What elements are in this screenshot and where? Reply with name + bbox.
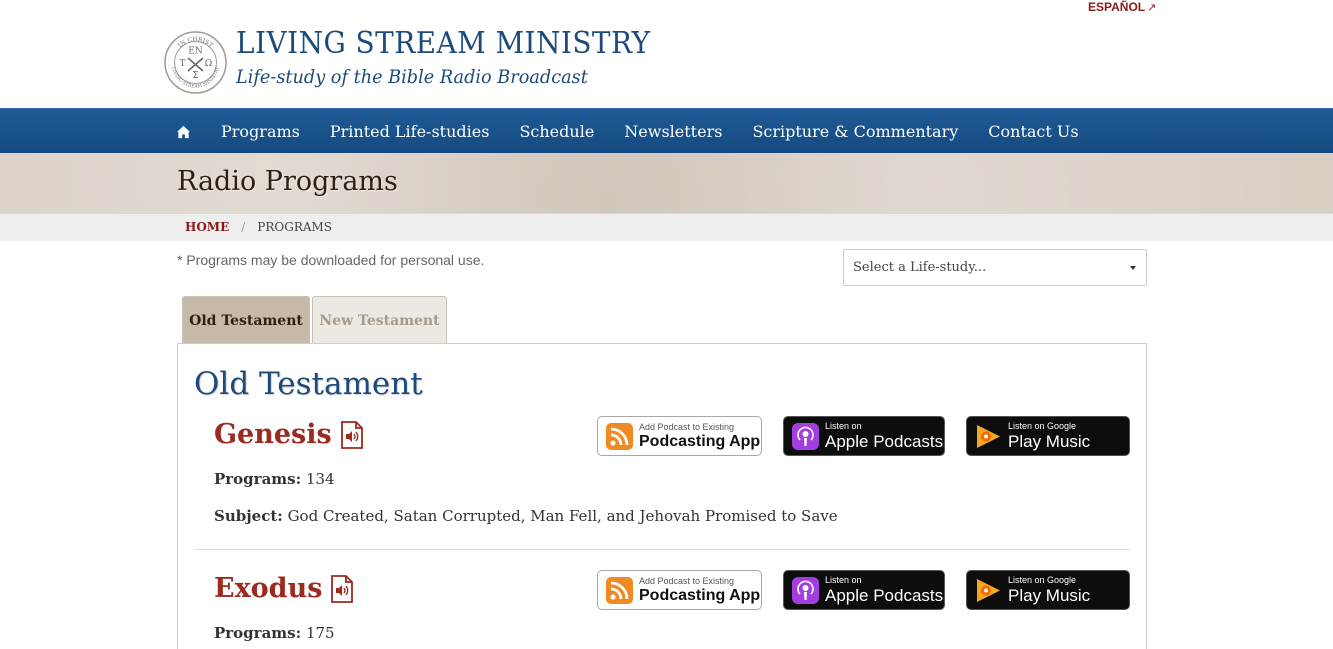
- programs-value: 175: [305, 624, 335, 642]
- svg-text:Σ: Σ: [192, 71, 198, 81]
- google-play-music-button[interactable]: Listen on Google Play Music: [966, 416, 1130, 456]
- apple-podcasts-text: Listen on Apple Podcasts: [825, 421, 944, 451]
- caret-down-icon: [1130, 266, 1136, 270]
- nav-printed-life-studies[interactable]: Printed Life-studies: [330, 122, 490, 141]
- google-play-music-icon: [977, 578, 1000, 602]
- home-icon: [176, 125, 191, 138]
- add-podcast-big-label: Podcasting App: [639, 586, 761, 604]
- apple-podcasts-button[interactable]: Listen on Apple Podcasts: [783, 416, 945, 456]
- google-play-music-icon: [977, 424, 1000, 448]
- nav-home[interactable]: [176, 125, 191, 139]
- rss-icon: [606, 576, 633, 604]
- programs-label: Programs:: [214, 624, 302, 642]
- site-subtitle: Life-study of the Bible Radio Broadcast: [236, 66, 588, 88]
- page-banner: Radio Programs: [0, 153, 1333, 213]
- book-title-genesis[interactable]: Genesis: [214, 419, 364, 450]
- nav-schedule[interactable]: Schedule: [519, 122, 594, 141]
- book-entry-genesis: Genesis Add Podcast to Existing Podcasti…: [194, 416, 1130, 536]
- language-link-espanol[interactable]: ESPAÑOL ↗: [1088, 0, 1156, 15]
- apple-podcasts-icon: [792, 422, 819, 450]
- programs-count-line: Programs: 134: [214, 470, 335, 488]
- apple-podcasts-big-label: Apple Podcasts: [825, 586, 944, 605]
- add-podcast-big-label: Podcasting App: [639, 432, 761, 450]
- google-play-text: Listen on Google Play Music: [1008, 575, 1091, 605]
- nav-scripture-commentary[interactable]: Scripture & Commentary: [752, 122, 958, 141]
- audio-file-icon[interactable]: [330, 574, 354, 603]
- life-study-select[interactable]: Select a Life-study...: [843, 249, 1147, 286]
- svg-text:EN: EN: [188, 47, 203, 57]
- nav-programs[interactable]: Programs: [221, 122, 300, 141]
- breadcrumb-current: PROGRAMS: [257, 220, 333, 234]
- subject-line: Subject: God Created, Satan Corrupted, M…: [214, 507, 838, 525]
- life-study-select-value: Select a Life-study...: [853, 260, 987, 275]
- audio-file-icon[interactable]: [340, 420, 364, 449]
- testament-panel: Old Testament Genesis Add Podcast to Exi…: [177, 343, 1147, 649]
- book-title-exodus[interactable]: Exodus: [214, 573, 354, 604]
- apple-podcasts-small-label: Listen on: [825, 575, 862, 585]
- subject-value: God Created, Satan Corrupted, Man Fell, …: [287, 507, 838, 525]
- add-podcast-text: Add Podcast to Existing Podcasting App: [639, 575, 761, 604]
- panel-heading: Old Testament: [194, 366, 423, 402]
- nav-newsletters[interactable]: Newsletters: [624, 122, 722, 141]
- apple-podcasts-big-label: Apple Podcasts: [825, 432, 944, 451]
- download-note: * Programs may be downloaded for persona…: [177, 252, 485, 268]
- google-play-music-button[interactable]: Listen on Google Play Music: [966, 570, 1130, 610]
- google-play-small-label: Listen on Google: [1008, 575, 1077, 585]
- breadcrumb: HOME / PROGRAMS: [185, 220, 332, 234]
- svg-text:Ω: Ω: [205, 59, 212, 69]
- programs-count-line: Programs: 175: [214, 624, 335, 642]
- site-title: LIVING STREAM MINISTRY: [236, 26, 651, 61]
- programs-label: Programs:: [214, 470, 302, 488]
- language-link-label: ESPAÑOL: [1088, 0, 1146, 14]
- apple-podcasts-icon: [792, 576, 819, 604]
- book-title-text: Exodus: [214, 573, 323, 604]
- page-title: Radio Programs: [177, 166, 398, 197]
- breadcrumb-separator: /: [241, 220, 246, 234]
- book-divider: [194, 549, 1130, 550]
- add-podcast-small-label: Add Podcast to Existing: [639, 575, 735, 586]
- apple-podcasts-text: Listen on Apple Podcasts: [825, 575, 944, 605]
- add-podcast-text: Add Podcast to Existing Podcasting App: [639, 421, 761, 450]
- breadcrumb-bar: HOME / PROGRAMS: [0, 213, 1333, 241]
- book-title-text: Genesis: [214, 419, 332, 450]
- add-podcast-button[interactable]: Add Podcast to Existing Podcasting App: [597, 570, 762, 610]
- ministry-seal-logo: IN CHRIST LIVING STREAM MINISTRY EN T Ω …: [164, 31, 227, 94]
- nav-contact-us[interactable]: Contact Us: [988, 122, 1078, 141]
- nav-list: Programs Printed Life-studies Schedule N…: [176, 109, 1109, 154]
- subject-label: Subject:: [214, 507, 283, 525]
- google-play-text: Listen on Google Play Music: [1008, 421, 1091, 451]
- google-play-big-label: Play Music: [1008, 586, 1091, 605]
- svg-text:T: T: [179, 59, 185, 69]
- add-podcast-button[interactable]: Add Podcast to Existing Podcasting App: [597, 416, 762, 456]
- google-play-big-label: Play Music: [1008, 432, 1091, 451]
- programs-value: 134: [305, 470, 335, 488]
- apple-podcasts-small-label: Listen on: [825, 421, 862, 431]
- tab-old-testament[interactable]: Old Testament: [182, 296, 310, 344]
- book-entry-exodus: Exodus Add Podcast to Existing Podcastin…: [194, 570, 1130, 649]
- breadcrumb-home-link[interactable]: HOME: [185, 220, 229, 234]
- tab-new-testament[interactable]: New Testament: [312, 296, 447, 344]
- external-link-icon: ↗: [1147, 2, 1157, 14]
- main-navigation: Programs Printed Life-studies Schedule N…: [0, 108, 1333, 153]
- google-play-small-label: Listen on Google: [1008, 421, 1077, 431]
- add-podcast-small-label: Add Podcast to Existing: [639, 421, 735, 432]
- rss-icon: [606, 422, 633, 450]
- apple-podcasts-button[interactable]: Listen on Apple Podcasts: [783, 570, 945, 610]
